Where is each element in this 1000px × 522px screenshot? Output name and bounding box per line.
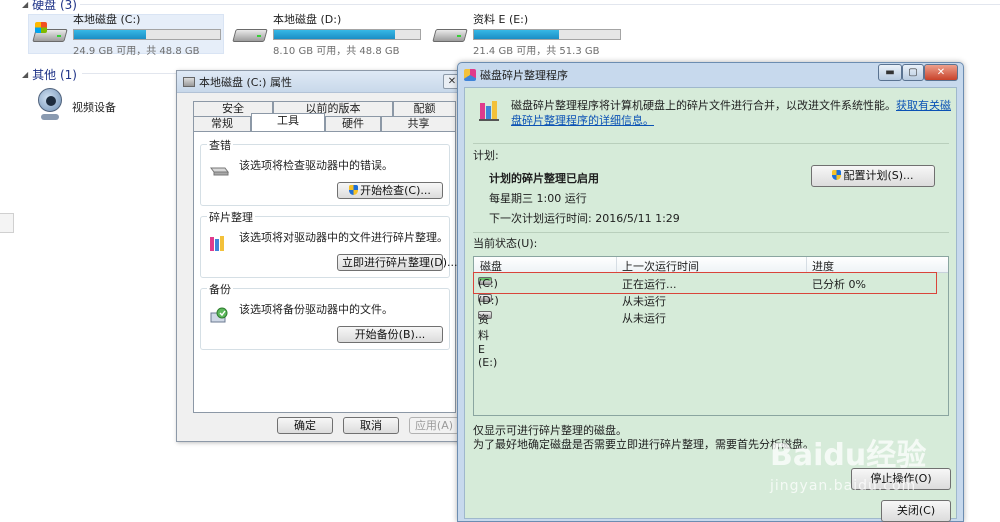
uac-shield-icon (349, 185, 359, 195)
defrag-logo-icon (479, 100, 501, 122)
other-devices-header-label: 其他 (1) (32, 68, 77, 82)
properties-title-bar[interactable]: 本地磁盘 (C:) 属性 ✕ (177, 71, 465, 93)
disk-list-header: 磁盘 上一次运行时间 进度 (474, 257, 948, 273)
close-icon[interactable]: ✕ (924, 64, 958, 81)
drive-usage-bar (273, 29, 421, 40)
defragmentation-group: 碎片整理 该选项将对驱动器中的文件进行碎片整理。 立即进行碎片整理(D)... (200, 209, 458, 278)
defrag-description: 磁盘碎片整理程序将计算机硬盘上的碎片文件进行合并，以改进文件系统性能。获取有关磁… (511, 99, 951, 127)
cancel-button[interactable]: 取消 (343, 417, 399, 434)
defrag-title-bar[interactable]: 磁盘碎片整理程序 (464, 67, 568, 83)
minimize-icon[interactable]: ▬ (878, 64, 902, 81)
defragment-now-button[interactable]: 立即进行碎片整理(D)... (337, 254, 458, 271)
device-label-video[interactable]: 视频设备 (72, 99, 116, 115)
note-analyze-first: 为了最好地确定磁盘是否需要立即进行碎片整理，需要首先分析磁盘。 (473, 438, 814, 451)
drive-free-space: 8.10 GB 可用，共 48.8 GB (273, 46, 400, 57)
check-now-button[interactable]: 开始检查(C)... (337, 182, 443, 199)
table-row[interactable]: (D:) 从未运行 (474, 292, 948, 309)
last-run-cell: 从未运行 (622, 312, 666, 325)
divider (473, 143, 949, 144)
defrag-icon (209, 235, 229, 253)
error-checking-group: 查错 该选项将检查驱动器中的错误。 开始检查(C)... (200, 137, 450, 206)
defrag-app-icon (464, 69, 476, 81)
windows-drive-icon (32, 22, 68, 46)
webcam-icon[interactable] (38, 88, 64, 124)
drive-name: 本地磁盘 (D:) (273, 13, 342, 26)
schedule-label: 计划: (473, 149, 499, 162)
group-title: 碎片整理 (207, 209, 255, 225)
next-run-time: 下一次计划运行时间: 2016/5/11 1:29 (489, 212, 680, 225)
table-row[interactable]: 资料 E (E:) 从未运行 (474, 309, 948, 369)
current-status-label: 当前状态(U): (473, 237, 538, 250)
drive-tile-c[interactable]: 本地磁盘 (C:) 24.9 GB 可用，共 48.8 GB (28, 13, 224, 57)
drive-tile-e[interactable]: 资料 E (E:) 21.4 GB 可用，共 51.3 GB (428, 13, 624, 57)
baidu-watermark-url: jingyan.baidu.com (770, 478, 917, 494)
group-description: 该选项将对驱动器中的文件进行碎片整理。 (239, 231, 448, 244)
disk-check-icon (209, 163, 229, 181)
tab-hardware[interactable]: 硬件 (325, 116, 381, 131)
group-title: 备份 (207, 281, 233, 297)
drive-free-space: 24.9 GB 可用，共 48.8 GB (73, 46, 200, 57)
uac-shield-icon (832, 170, 842, 180)
drive-usage-bar (73, 29, 221, 40)
maximize-icon[interactable]: ▢ (902, 64, 924, 81)
properties-title: 本地磁盘 (C:) 属性 (199, 75, 292, 89)
section-divider (80, 4, 1000, 5)
collapse-arrow-icon[interactable]: ◢ (22, 0, 28, 9)
defrag-title: 磁盘碎片整理程序 (480, 69, 568, 82)
last-run-cell: 从未运行 (622, 295, 666, 308)
tabs-row-bottom: 常规 工具 硬件 共享 (193, 113, 456, 131)
ok-button[interactable]: 确定 (277, 417, 333, 434)
drive-title-icon (183, 76, 195, 87)
apply-button[interactable]: 应用(A) (409, 417, 459, 434)
backup-group: 备份 该选项将备份驱动器中的文件。 开始备份(B)... (200, 281, 450, 350)
group-title: 查错 (207, 137, 233, 153)
drive-tile-d[interactable]: 本地磁盘 (D:) 8.10 GB 可用，共 48.8 GB (228, 13, 424, 57)
close-button[interactable]: 关闭(C) (881, 500, 951, 522)
divider (473, 232, 949, 233)
group-description: 该选项将备份驱动器中的文件。 (239, 303, 393, 316)
group-description: 该选项将检查驱动器中的错误。 (239, 159, 393, 172)
backup-now-button[interactable]: 开始备份(B)... (337, 326, 443, 343)
configure-schedule-button[interactable]: 配置计划(S)... (811, 165, 935, 187)
hard-drive-icon (232, 22, 268, 46)
hard-drive-icon (432, 22, 468, 46)
tools-panel: 查错 该选项将检查驱动器中的错误。 开始检查(C)... 碎片整理 该选项将对驱… (193, 131, 458, 413)
tab-quota[interactable]: 配额 (393, 101, 456, 116)
schedule-time: 每星期三 1:00 运行 (489, 192, 587, 205)
drive-name: 资料 E (E:) (473, 13, 529, 26)
baidu-watermark: Baidu经验 (770, 438, 927, 473)
tab-tools[interactable]: 工具 (251, 113, 325, 131)
navigation-pane-edge[interactable] (0, 213, 14, 233)
section-divider (82, 73, 177, 74)
drive-name: 本地磁盘 (C:) (73, 13, 141, 26)
tab-sharing[interactable]: 共享 (381, 116, 456, 131)
hard-disks-header[interactable]: ◢ 硬盘 (3) (22, 0, 77, 13)
collapse-arrow-icon[interactable]: ◢ (22, 70, 28, 79)
drive-free-space: 21.4 GB 可用，共 51.3 GB (473, 46, 600, 57)
running-row-highlight (473, 272, 937, 294)
backup-icon (209, 307, 229, 325)
tab-general[interactable]: 常规 (193, 116, 251, 131)
other-devices-header[interactable]: ◢ 其他 (1) (22, 66, 77, 83)
drive-usage-bar (473, 29, 621, 40)
properties-dialog: 本地磁盘 (C:) 属性 ✕ 安全 以前的版本 配额 常规 工具 硬件 共享 查… (176, 70, 466, 442)
hard-disks-header-label: 硬盘 (3) (32, 0, 77, 12)
schedule-status: 计划的碎片整理已启用 (489, 172, 599, 185)
